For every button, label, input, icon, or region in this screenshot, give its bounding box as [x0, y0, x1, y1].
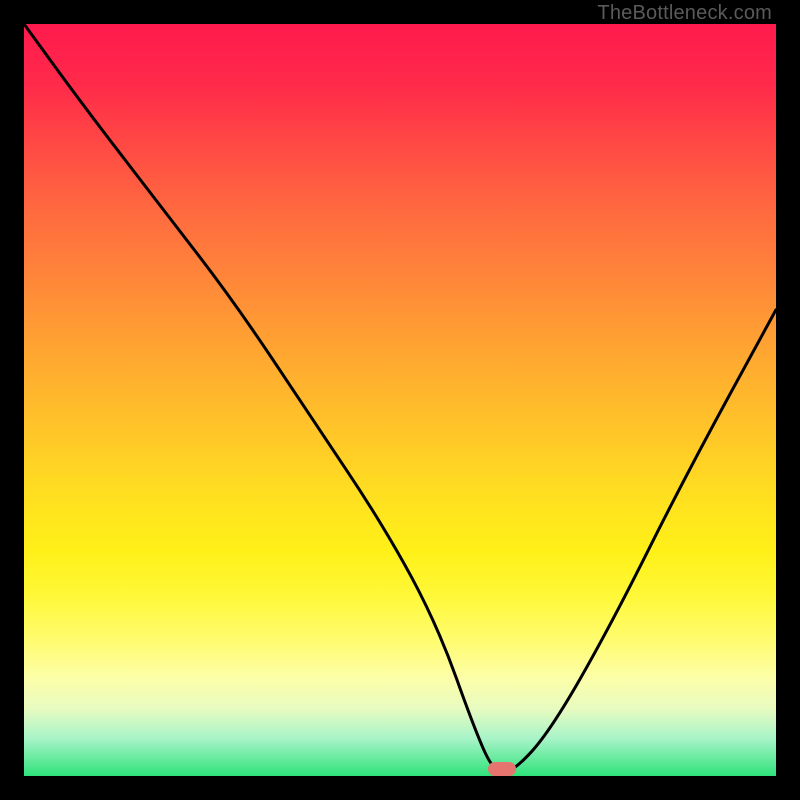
chart-plot-area — [24, 24, 776, 776]
bottleneck-curve — [24, 24, 776, 772]
optimal-point-marker — [488, 762, 516, 776]
chart-line-layer — [24, 24, 776, 776]
watermark-text: TheBottleneck.com — [597, 2, 772, 25]
